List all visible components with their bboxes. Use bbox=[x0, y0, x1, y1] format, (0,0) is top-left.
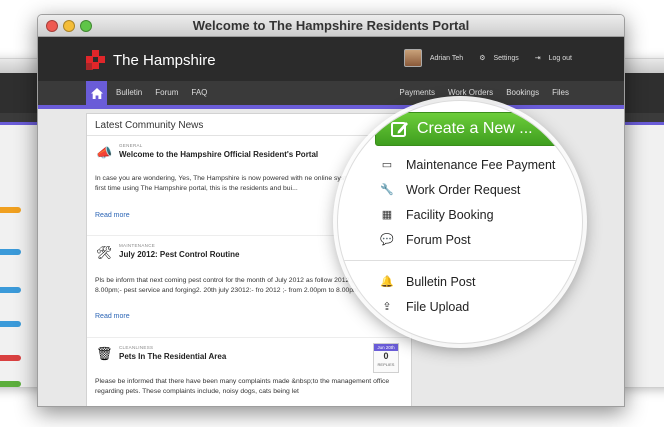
badge bbox=[0, 355, 21, 361]
badge bbox=[0, 287, 21, 293]
megaphone-icon: 📣 bbox=[96, 145, 113, 160]
title-bar: Welcome to The Hampshire Residents Porta… bbox=[38, 15, 624, 37]
menu-item-forum-post[interactable]: 💬 Forum Post bbox=[375, 227, 582, 252]
menu-item-bulletin-post[interactable]: 🔔 Bulletin Post bbox=[375, 269, 582, 294]
menu-item-label: Forum Post bbox=[406, 232, 471, 247]
post-title[interactable]: Welcome to the Hampshire Official Reside… bbox=[119, 150, 318, 159]
post-date: Jun 20th bbox=[374, 344, 398, 351]
upload-icon: ⇪ bbox=[382, 301, 392, 313]
news-item: 🗑 CLEANLINESS Pets In The Residential Ar… bbox=[87, 338, 411, 406]
logout-link[interactable]: Log out bbox=[549, 55, 572, 62]
post-excerpt: Please be informed that there have been … bbox=[95, 378, 390, 395]
window-title: Welcome to The Hampshire Residents Porta… bbox=[192, 18, 470, 33]
settings-link[interactable]: Settings bbox=[493, 55, 518, 62]
minimize-button[interactable] bbox=[63, 20, 75, 32]
nav-files[interactable]: Files bbox=[552, 81, 569, 105]
post-title[interactable]: Pets In The Residential Area bbox=[119, 352, 226, 361]
home-icon bbox=[90, 87, 103, 99]
menu-item-label: File Upload bbox=[406, 299, 470, 314]
menu-item-label: Facility Booking bbox=[406, 207, 494, 222]
home-tab[interactable] bbox=[86, 81, 107, 105]
zoom-button[interactable] bbox=[80, 20, 92, 32]
read-more-link[interactable]: Read more bbox=[95, 313, 130, 320]
post-category: CLEANLINESS bbox=[119, 345, 154, 350]
menu-item-label: Maintenance Fee Payment bbox=[406, 157, 556, 172]
wrench-icon: 🔧 bbox=[380, 184, 394, 196]
magnifier-callout: Create a New ... ▼ ▭ Maintenance Fee Paym… bbox=[337, 100, 583, 344]
menu-item-maintenance-fee[interactable]: ▭ Maintenance Fee Payment bbox=[375, 152, 582, 177]
bell-icon: 🔔 bbox=[380, 276, 394, 288]
card-icon: ▭ bbox=[381, 159, 393, 171]
brand-name: The Hampshire bbox=[113, 51, 216, 69]
nav-bookings[interactable]: Bookings bbox=[506, 81, 539, 105]
reply-count: 0 bbox=[383, 351, 389, 361]
menu-item-label: Work Order Request bbox=[406, 182, 521, 197]
calendar-icon: ▦ bbox=[381, 209, 393, 221]
menu-item-label: Bulletin Post bbox=[406, 274, 476, 289]
nav-forum[interactable]: Forum bbox=[155, 81, 178, 105]
logo-mark-icon bbox=[86, 50, 106, 70]
read-more-link[interactable]: Read more bbox=[95, 212, 130, 219]
replies-label: REPLIES bbox=[377, 362, 395, 367]
site-header: The Hampshire Adrian Teh ⚙ Settings ⇥ Lo… bbox=[38, 37, 624, 81]
menu-item-file-upload[interactable]: ⇪ File Upload bbox=[375, 294, 582, 319]
menu-item-facility-booking[interactable]: ▦ Facility Booking bbox=[375, 202, 582, 227]
nav-faq[interactable]: FAQ bbox=[191, 81, 207, 105]
background-window-right bbox=[620, 58, 664, 388]
create-new-button[interactable]: Create a New ... bbox=[375, 112, 557, 146]
menu-item-work-order[interactable]: 🔧 Work Order Request bbox=[375, 177, 582, 202]
post-category: MAINTENANCE bbox=[119, 243, 156, 248]
main-nav: Bulletin Forum FAQ Payments Work Orders … bbox=[38, 81, 624, 105]
badge bbox=[0, 321, 21, 327]
edit-icon bbox=[389, 119, 411, 139]
chevron-down-icon[interactable]: ▼ bbox=[558, 112, 577, 146]
trash-icon: 🗑 bbox=[96, 346, 113, 361]
user-name[interactable]: Adrian Teh bbox=[430, 55, 463, 62]
avatar[interactable] bbox=[403, 49, 422, 67]
menu-divider bbox=[338, 260, 582, 261]
post-category: GENERAL bbox=[119, 143, 143, 148]
chat-icon: 💬 bbox=[380, 234, 394, 246]
site-logo[interactable]: The Hampshire bbox=[86, 50, 216, 70]
date-badge: Jun 20th 0 REPLIES bbox=[373, 343, 399, 373]
logout-icon[interactable]: ⇥ bbox=[535, 54, 541, 62]
close-button[interactable] bbox=[46, 20, 58, 32]
tools-icon: 🛠 bbox=[96, 245, 113, 260]
post-title[interactable]: July 2012: Pest Control Routine bbox=[119, 250, 239, 259]
news-title: Latest Community News bbox=[87, 114, 411, 136]
badge bbox=[0, 381, 21, 387]
create-new-label: Create a New ... bbox=[417, 120, 533, 137]
nav-bulletin[interactable]: Bulletin bbox=[116, 81, 142, 105]
nav-payments[interactable]: Payments bbox=[399, 81, 435, 105]
gear-icon[interactable]: ⚙ bbox=[479, 54, 485, 62]
create-menu: ▭ Maintenance Fee Payment 🔧 Work Order Req… bbox=[338, 146, 582, 319]
badge bbox=[0, 249, 21, 255]
badge bbox=[0, 207, 21, 213]
